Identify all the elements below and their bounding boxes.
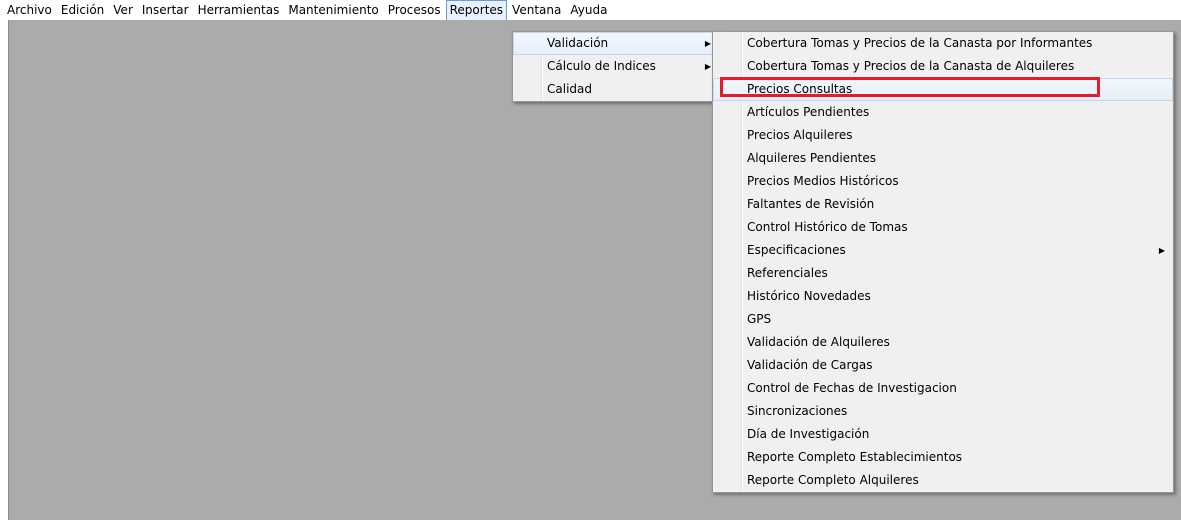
menu-ventana[interactable]: Ventana bbox=[508, 0, 565, 21]
menu-item-label: Validación de Alquileres bbox=[747, 335, 890, 349]
menu-item-articulos-pendientes[interactable]: Artículos Pendientes bbox=[713, 101, 1173, 124]
menu-archivo[interactable]: Archivo bbox=[3, 0, 56, 21]
menu-item-label: Control de Fechas de Investigacion bbox=[747, 381, 957, 395]
menu-item-label: Cálculo de Indices bbox=[547, 59, 656, 73]
menu-item-reporte-completo-establecimientos[interactable]: Reporte Completo Establecimientos bbox=[713, 446, 1173, 469]
menu-item-validacion-de-cargas[interactable]: Validación de Cargas bbox=[713, 354, 1173, 377]
menu-item-precios-alquileres[interactable]: Precios Alquileres bbox=[713, 124, 1173, 147]
menu-item-cobertura-informantes[interactable]: Cobertura Tomas y Precios de la Canasta … bbox=[713, 32, 1173, 55]
menu-item-label: Validación bbox=[547, 36, 609, 50]
menu-item-label: Validación de Cargas bbox=[747, 358, 873, 372]
menu-item-label: Especificaciones bbox=[747, 243, 846, 257]
menu-item-label: GPS bbox=[747, 312, 772, 326]
menu-insertar[interactable]: Insertar bbox=[138, 0, 193, 21]
menu-item-label: Reporte Completo Establecimientos bbox=[747, 450, 963, 464]
validacion-submenu: Cobertura Tomas y Precios de la Canasta … bbox=[712, 31, 1174, 493]
menu-item-label: Día de Investigación bbox=[747, 427, 870, 441]
menu-item-gps[interactable]: GPS bbox=[713, 308, 1173, 331]
menu-mantenimiento[interactable]: Mantenimiento bbox=[284, 0, 382, 21]
menu-item-label: Sincronizaciones bbox=[747, 404, 848, 418]
menu-item-calidad[interactable]: Calidad bbox=[513, 78, 719, 101]
menu-reportes[interactable]: Reportes bbox=[445, 0, 508, 21]
menu-item-sincronizaciones[interactable]: Sincronizaciones bbox=[713, 400, 1173, 423]
submenu-arrow-icon: ▶ bbox=[704, 39, 711, 48]
menu-item-precios-medios-historicos[interactable]: Precios Medios Históricos bbox=[713, 170, 1173, 193]
menu-ayuda[interactable]: Ayuda bbox=[566, 0, 611, 21]
menu-item-validacion-de-alquileres[interactable]: Validación de Alquileres bbox=[713, 331, 1173, 354]
menu-item-label: Control Histórico de Tomas bbox=[747, 220, 908, 234]
menu-ver[interactable]: Ver bbox=[109, 0, 137, 21]
menu-item-calculo-de-indices[interactable]: Cálculo de Indices ▶ bbox=[513, 55, 719, 78]
menu-item-label: Calidad bbox=[547, 82, 592, 96]
menu-item-cobertura-alquileres[interactable]: Cobertura Tomas y Precios de la Canasta … bbox=[713, 55, 1173, 78]
menu-item-control-de-fechas[interactable]: Control de Fechas de Investigacion bbox=[713, 377, 1173, 400]
menu-item-dia-de-investigacion[interactable]: Día de Investigación bbox=[713, 423, 1173, 446]
menu-item-especificaciones[interactable]: Especificaciones ▶ bbox=[713, 239, 1173, 262]
submenu-arrow-icon: ▶ bbox=[1158, 246, 1165, 255]
menu-herramientas[interactable]: Herramientas bbox=[194, 0, 284, 21]
menu-item-reporte-completo-alquileres[interactable]: Reporte Completo Alquileres bbox=[713, 469, 1173, 492]
menu-item-control-historico-de-tomas[interactable]: Control Histórico de Tomas bbox=[713, 216, 1173, 239]
menu-bar: Archivo Edición Ver Insertar Herramienta… bbox=[0, 0, 1181, 21]
menu-item-label: Precios Alquileres bbox=[747, 128, 853, 142]
menu-item-label: Cobertura Tomas y Precios de la Canasta … bbox=[747, 36, 1093, 50]
submenu-arrow-icon: ▶ bbox=[704, 62, 711, 71]
menu-item-label: Reporte Completo Alquileres bbox=[747, 473, 919, 487]
menu-item-historico-novedades[interactable]: Histórico Novedades bbox=[713, 285, 1173, 308]
menu-item-label: Alquileres Pendientes bbox=[747, 151, 877, 165]
menu-item-label: Faltantes de Revisión bbox=[747, 197, 875, 211]
menu-item-label: Artículos Pendientes bbox=[747, 105, 870, 119]
menu-item-label: Precios Medios Históricos bbox=[747, 174, 899, 188]
menu-item-faltantes-de-revision[interactable]: Faltantes de Revisión bbox=[713, 193, 1173, 216]
menu-item-label: Referenciales bbox=[747, 266, 828, 280]
menu-item-label: Histórico Novedades bbox=[747, 289, 871, 303]
menu-item-precios-consultas[interactable]: Precios Consultas bbox=[713, 78, 1173, 101]
menu-bar-items: Archivo Edición Ver Insertar Herramienta… bbox=[0, 0, 612, 21]
menu-edicion[interactable]: Edición bbox=[57, 0, 108, 21]
menu-procesos[interactable]: Procesos bbox=[384, 0, 445, 21]
menu-item-label: Cobertura Tomas y Precios de la Canasta … bbox=[747, 59, 1075, 73]
menu-item-label: Precios Consultas bbox=[747, 82, 853, 96]
menu-item-alquileres-pendientes[interactable]: Alquileres Pendientes bbox=[713, 147, 1173, 170]
menu-item-referenciales[interactable]: Referenciales bbox=[713, 262, 1173, 285]
reportes-dropdown: Validación ▶ Cálculo de Indices ▶ Calida… bbox=[512, 31, 720, 102]
menu-item-validacion[interactable]: Validación ▶ bbox=[513, 32, 719, 55]
